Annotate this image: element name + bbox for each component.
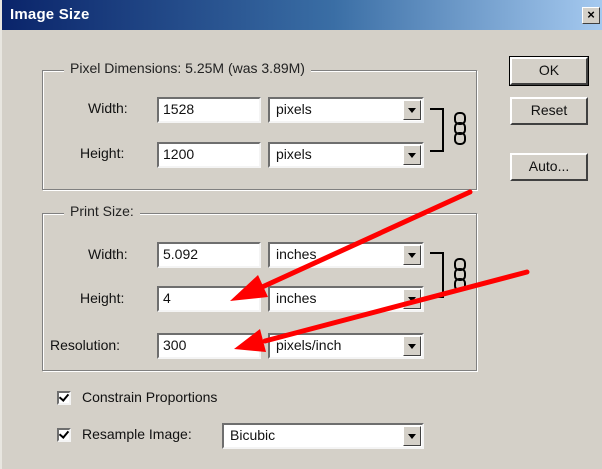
print-width-label: Width: [88,246,128,262]
pixel-dimensions-legend: Pixel Dimensions: 5.25M (was 3.89M) [64,60,311,76]
pixel-width-label: Width: [88,100,128,116]
reset-button[interactable]: Reset [510,97,588,125]
pixel-height-label: Height: [80,145,125,161]
resolution-unit-value: pixels/inch [276,337,342,353]
print-width-unit-value: inches [276,246,317,262]
resample-method-select[interactable]: Bicubic [222,423,424,449]
pixel-height-unit-value: pixels [276,146,312,162]
dropdown-arrow-icon[interactable] [403,289,421,309]
chain-link-icon [454,258,466,291]
print-link-bracket [430,252,444,298]
print-width-unit-select[interactable]: inches [268,242,424,268]
chain-link-icon [454,112,466,145]
pixel-height-field[interactable]: 1200 [157,142,261,168]
pixel-width-unit-value: pixels [276,101,312,117]
print-height-label: Height: [80,290,125,306]
dropdown-arrow-icon[interactable] [403,336,421,356]
resample-method-value: Bicubic [230,427,276,443]
pixel-width-unit-select[interactable]: pixels [268,97,424,123]
pixel-dimensions-group [42,70,477,190]
print-size-legend: Print Size: [64,203,140,219]
dialog-title: Image Size [10,6,90,23]
pixel-width-field[interactable]: 1528 [157,97,261,123]
auto-button[interactable]: Auto... [510,153,588,181]
resample-image-checkbox[interactable] [57,428,71,442]
dropdown-arrow-icon[interactable] [403,245,421,265]
constrain-proportions-label[interactable]: Constrain Proportions [82,389,217,405]
resample-image-label[interactable]: Resample Image: [82,426,192,442]
resolution-unit-select[interactable]: pixels/inch [268,333,424,359]
title-bar[interactable]: Image Size × [2,0,602,30]
resolution-field[interactable]: 300 [157,333,261,359]
print-height-unit-select[interactable]: inches [268,286,424,312]
print-height-unit-value: inches [276,290,317,306]
resolution-label: Resolution: [50,337,121,353]
pixel-height-unit-select[interactable]: pixels [268,142,424,168]
dropdown-arrow-icon[interactable] [403,100,421,120]
ok-button[interactable]: OK [509,56,589,86]
image-size-dialog: Image Size × Pixel Dimensions: 5.25M (wa… [0,0,602,469]
constrain-proportions-checkbox[interactable] [57,391,71,405]
print-width-field[interactable]: 5.092 [157,242,261,268]
dropdown-arrow-icon[interactable] [403,145,421,165]
close-button[interactable]: × [582,7,600,24]
dropdown-arrow-icon[interactable] [403,426,421,446]
pixel-link-bracket [430,108,444,152]
print-height-field[interactable]: 4 [157,286,261,312]
